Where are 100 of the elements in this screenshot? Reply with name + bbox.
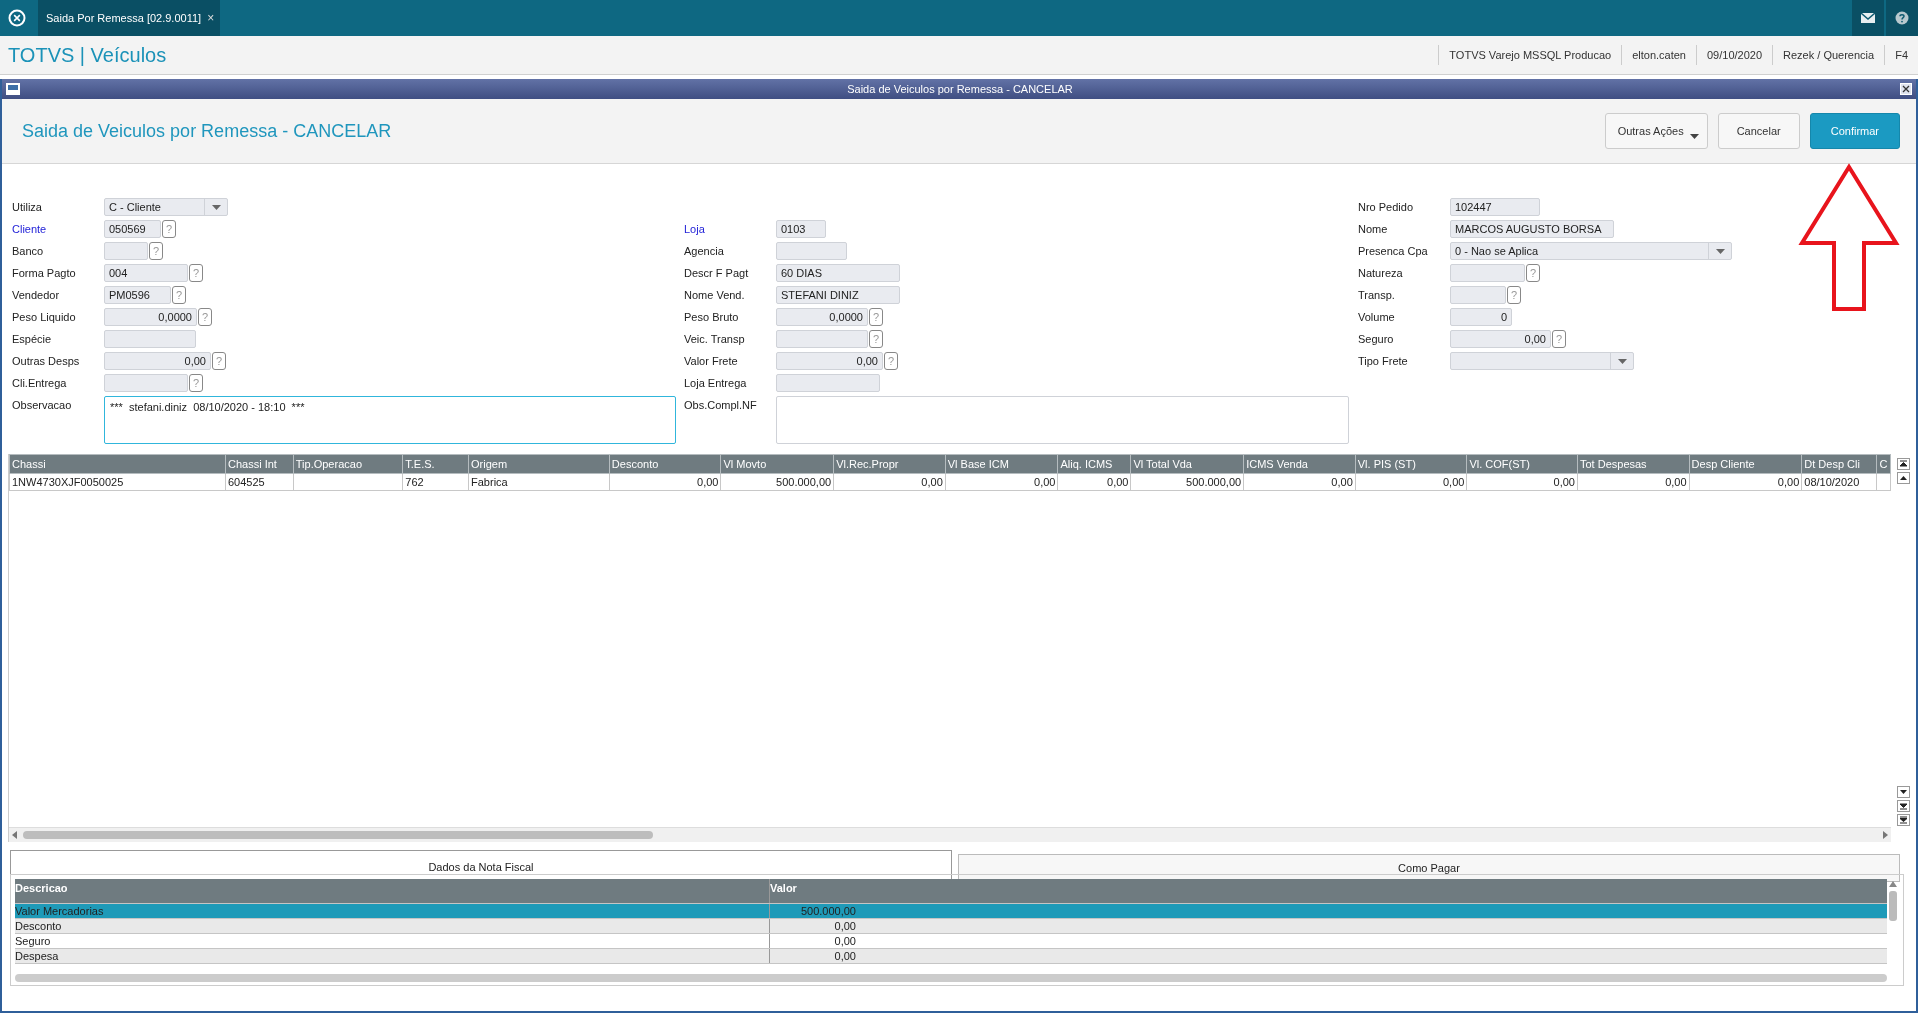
column-header[interactable]: Aliq. ICMS <box>1057 454 1131 474</box>
column-header[interactable]: Vl Movto <box>721 454 834 474</box>
lookup-button[interactable]: ? <box>189 264 203 282</box>
column-header[interactable]: Vl Base ICM <box>945 454 1058 474</box>
close-tab-button[interactable]: × <box>207 11 215 25</box>
input-field[interactable] <box>104 374 188 392</box>
input-field[interactable]: 102447 <box>1450 198 1540 216</box>
text-area[interactable]: *** stefani.diniz 08/10/2020 - 18:10 *** <box>104 396 676 444</box>
table-cell: 500.000,00 <box>1130 473 1244 491</box>
column-header[interactable]: Chassi <box>9 454 226 474</box>
lookup-button[interactable]: ? <box>198 308 212 326</box>
lookup-button[interactable]: ? <box>149 242 163 260</box>
field-label: Peso Liquido <box>12 310 77 325</box>
text-area[interactable] <box>776 396 1349 444</box>
move-last-icon[interactable] <box>1896 814 1910 826</box>
lookup-button[interactable]: ? <box>1507 286 1521 304</box>
field-label: Forma Pagto <box>12 266 77 281</box>
horizontal-scrollbar[interactable] <box>9 827 1891 842</box>
column-header[interactable]: T.E.S. <box>402 454 469 474</box>
input-field[interactable]: MARCOS AUGUSTO BORSA <box>1450 220 1614 238</box>
input-field[interactable]: 0,0000 <box>104 308 197 326</box>
input-field[interactable] <box>1450 286 1506 304</box>
scrollbar-thumb[interactable] <box>23 831 653 839</box>
status-info: Rezek / Querencia <box>1772 45 1885 65</box>
move-top-icon[interactable] <box>1896 458 1910 470</box>
scroll-left-icon[interactable] <box>11 831 19 839</box>
table-cell: 0,00 <box>945 473 1058 491</box>
lookup-button[interactable]: ? <box>869 308 883 326</box>
window-title: Saida de Veiculos por Remessa - CANCELAR <box>846 83 1074 95</box>
caret-icon <box>1715 248 1725 254</box>
mail-button[interactable] <box>1852 0 1884 36</box>
input-field[interactable] <box>104 242 148 260</box>
lookup-button[interactable]: ? <box>172 286 186 304</box>
field-label: Cli.Entrega <box>12 376 68 391</box>
lookup-button[interactable]: ? <box>162 220 176 238</box>
input-field[interactable]: 60 DIAS <box>776 264 900 282</box>
horizontal-scrollbar[interactable] <box>15 974 1887 982</box>
input-field[interactable]: 0,00 <box>1450 330 1551 348</box>
column-header[interactable]: Valor <box>770 879 1887 903</box>
app-title: TOTVS | Veículos <box>8 43 167 67</box>
help-button[interactable] <box>1886 0 1918 36</box>
column-header[interactable]: Origem <box>468 454 610 474</box>
input-field[interactable]: 004 <box>104 264 188 282</box>
field-label: Nome <box>1358 222 1389 237</box>
field-label: Presenca Cpa <box>1358 244 1429 259</box>
input-field[interactable] <box>104 330 196 348</box>
field-label: Veic. Transp <box>684 332 746 347</box>
input-field[interactable]: 0 <box>1450 308 1512 326</box>
column-header[interactable]: ICMS Venda <box>1243 454 1356 474</box>
input-field[interactable]: 0,00 <box>776 352 883 370</box>
field-label: Tipo Frete <box>1358 354 1409 369</box>
cancel-button[interactable]: Cancelar <box>1717 113 1800 149</box>
confirm-button[interactable]: Confirmar <box>1809 113 1900 149</box>
table-row[interactable]: Despesa 0,00 <box>15 949 1887 964</box>
input-field[interactable]: 0103 <box>776 220 826 238</box>
move-up-icon[interactable] <box>1896 472 1910 484</box>
caret-icon <box>211 204 221 210</box>
close-icon[interactable] <box>1900 83 1912 95</box>
input-field[interactable] <box>1450 264 1525 282</box>
move-bottom-icon[interactable] <box>1896 800 1910 812</box>
lookup-button[interactable]: ? <box>1552 330 1566 348</box>
module-tab[interactable]: Saida Por Remessa [02.9.0011] × <box>38 0 221 36</box>
dropdown-field[interactable] <box>1450 352 1634 370</box>
column-header[interactable]: Vl Total Vda <box>1130 454 1244 474</box>
lookup-button[interactable]: ? <box>189 374 203 392</box>
column-header[interactable]: Chassi Int <box>225 454 294 474</box>
input-field[interactable]: 0,00 <box>104 352 211 370</box>
help-icon <box>1895 11 1909 25</box>
column-header[interactable]: Vl. COF(ST) <box>1466 454 1578 474</box>
column-header[interactable]: Vl. PIS (ST) <box>1355 454 1467 474</box>
input-field[interactable] <box>776 374 880 392</box>
move-down-icon[interactable] <box>1896 786 1910 798</box>
column-header[interactable]: Vl.Rec.Propr <box>833 454 946 474</box>
table-row[interactable]: Desconto 0,00 <box>15 919 1887 934</box>
scroll-right-icon[interactable] <box>1881 831 1889 839</box>
lookup-button[interactable]: ? <box>1526 264 1540 282</box>
lookup-button[interactable]: ? <box>869 330 883 348</box>
status-info: 09/10/2020 <box>1696 45 1773 65</box>
column-header[interactable]: Desconto <box>609 454 721 474</box>
table-row[interactable]: Valor Mercadorias 500.000,00 <box>15 904 1887 919</box>
input-field[interactable]: PM0596 <box>104 286 171 304</box>
column-header[interactable]: Tip.Operacao <box>293 454 403 474</box>
column-header[interactable]: Desp Cliente <box>1689 454 1802 474</box>
column-header[interactable]: Tot Despesas <box>1577 454 1690 474</box>
input-field[interactable] <box>776 242 847 260</box>
column-header[interactable]: Dt Desp Cli <box>1801 454 1877 474</box>
input-field[interactable]: 050569 <box>104 220 161 238</box>
dropdown-field[interactable]: 0 - Nao se Aplica <box>1450 242 1732 260</box>
lookup-button[interactable]: ? <box>212 352 226 370</box>
logo-icon[interactable] <box>8 9 26 27</box>
lookup-button[interactable]: ? <box>884 352 898 370</box>
more-actions-button[interactable]: Outras Ações <box>1604 113 1708 149</box>
table-cell: 500.000,00 <box>721 473 834 491</box>
dropdown-field[interactable]: C - Cliente <box>104 198 228 216</box>
table-cell: 604525 <box>225 473 294 491</box>
input-field[interactable]: 0,0000 <box>776 308 868 326</box>
input-field[interactable]: STEFANI DINIZ <box>776 286 900 304</box>
input-field[interactable] <box>776 330 868 348</box>
scrollbar-thumb[interactable] <box>1889 891 1897 921</box>
column-header[interactable]: Descricao <box>15 879 770 903</box>
